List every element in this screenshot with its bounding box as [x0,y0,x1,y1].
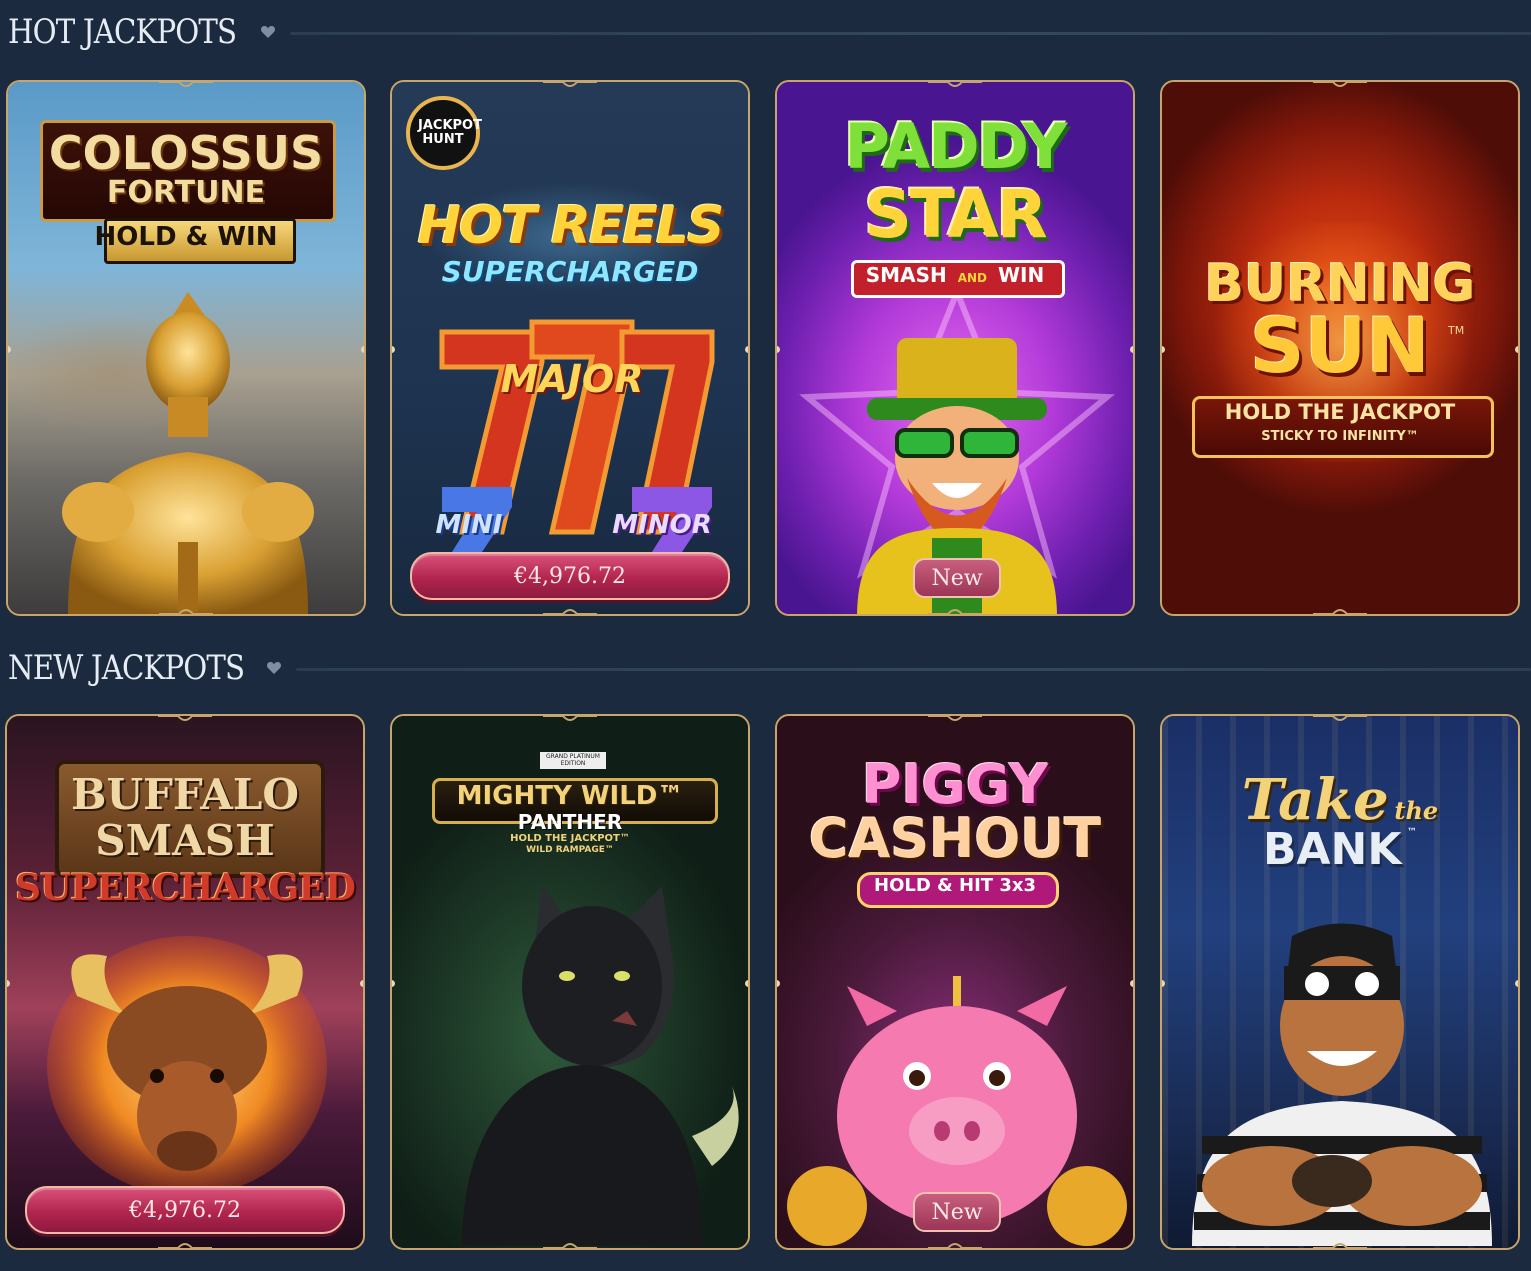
trademark-mark: TM [1448,324,1465,337]
jackpot-amount-pill: €4,976.72 [410,552,730,600]
logo-word: AND [957,271,987,285]
character-illustration [1192,923,1492,1246]
section-divider [290,32,1531,35]
game-logo-line: PADDY [844,110,1067,183]
ornament-icon [543,1240,597,1248]
reel-label-major: MAJOR [500,357,644,401]
ornament-icon [158,1240,212,1248]
logo-word: BANK [1262,824,1402,875]
game-card-hot-reels-supercharged[interactable]: JACKPOT HUNT HOT REELS SUPERCHARGED MAJO… [390,80,750,616]
new-badge: New [913,1192,1001,1232]
ornament-icon [1313,606,1367,614]
heart-icon[interactable] [266,660,282,676]
edition-tag: GRAND PLATINUM EDITION [540,752,606,770]
game-logo-line: SUPERCHARGED [441,255,699,288]
logo-word: WIN [997,263,1045,287]
ornament-dot [745,980,748,987]
character-illustration [62,292,314,614]
ornament-dot [361,346,364,353]
game-card-piggy-cashout[interactable]: PIGGY CASHOUT HOLD & HIT 3x3 New [775,714,1135,1250]
ornament-icon [159,82,213,90]
ornament-icon [928,716,982,724]
badge-label: JACKPOT HUNT [418,118,482,147]
new-badge: New [913,558,1001,598]
jackpot-amount: €4,976.72 [129,1197,241,1223]
ornament-icon [543,82,597,90]
logo-word: the [1394,796,1439,825]
game-card-colossus-fortune[interactable]: COLOSSUS FORTUNE HOLD & WIN [6,80,366,616]
game-logo-line: FORTUNE [106,175,266,210]
game-logo-line: PANTHER [517,810,623,834]
section-divider [296,668,1531,671]
ornament-icon [928,606,982,614]
game-logo-subtitle: STICKY TO INFINITY™ [1261,429,1419,444]
game-logo-line: COLOSSUS [48,126,324,180]
game-logo-subtitle: HOLD & HIT 3x3 [874,875,1036,896]
ornament-dot [360,980,363,987]
game-logo-line: CASHOUT [808,807,1102,870]
game-logo-line: PIGGY [861,753,1049,816]
game-logo-subtitle: SMASH AND WIN [777,265,1133,285]
game-logo-line: STAR [864,176,1047,253]
logo-word: SMASH [865,263,947,287]
character-illustration [47,936,327,1196]
game-card-mighty-wild-panther[interactable]: GRAND PLATINUM EDITION MIGHTY WILD™ PANT… [390,714,750,1250]
ornament-dot [1130,346,1133,353]
game-logo-line: SUN [1249,301,1431,390]
game-logo-subtitle: WILD RAMPAGE™ [526,845,614,855]
ornament-icon [928,1240,982,1248]
game-logo-line: Take the BANK ™ [1172,772,1508,872]
reel-label-minor: MINOR [612,510,712,540]
game-logo-line: BUFFALO [70,770,299,819]
ornament-icon [1313,1240,1367,1248]
ornament-dot [745,346,748,353]
game-logo-line: SMASH [95,816,275,865]
section-header-new-jackpots: NEW JACKPOTS [0,636,1531,696]
heart-icon[interactable] [260,24,276,40]
jackpot-amount-pill: €4,976.72 [25,1186,345,1234]
ornament-icon [543,606,597,614]
ornament-dot [1130,980,1133,987]
trademark-mark: ™ [1407,827,1418,838]
section-title: HOT JACKPOTS [8,12,237,52]
jackpot-amount: €4,976.72 [514,563,626,589]
ornament-icon [1313,82,1367,90]
ornament-icon [1313,716,1367,724]
game-logo-subtitle: HOLD THE JACKPOT [1224,400,1456,424]
reel-label-mini: MINI [435,510,503,540]
game-logo-line: HOT REELS [417,196,725,256]
game-logo-subtitle: SUPERCHARGED [15,867,356,909]
ornament-icon [543,716,597,724]
ornament-dot [1515,980,1518,987]
section-header-hot-jackpots: HOT JACKPOTS [0,0,1531,60]
game-card-buffalo-smash-supercharged[interactable]: BUFFALO SMASH SUPERCHARGED €4,976.72 [5,714,365,1250]
game-card-burning-sun[interactable]: BURNING SUN TM HOLD THE JACKPOT STICKY T… [1160,80,1520,616]
ornament-icon [159,606,213,614]
section-title: NEW JACKPOTS [8,648,245,688]
game-logo-subtitle: HOLD & WIN [94,222,278,252]
jackpot-hunt-badge: JACKPOT HUNT [406,96,482,170]
ornament-dot [1515,346,1518,353]
game-card-paddy-star[interactable]: PADDY STAR SMASH AND WIN New [775,80,1135,616]
ornament-icon [158,716,212,724]
game-logo-line: MIGHTY WILD™ [456,781,684,811]
game-card-take-the-bank[interactable]: Take the BANK ™ [1160,714,1520,1250]
ornament-icon [928,82,982,90]
game-logo-subtitle: HOLD THE JACKPOT™ [510,833,630,844]
character-illustration [462,886,739,1246]
